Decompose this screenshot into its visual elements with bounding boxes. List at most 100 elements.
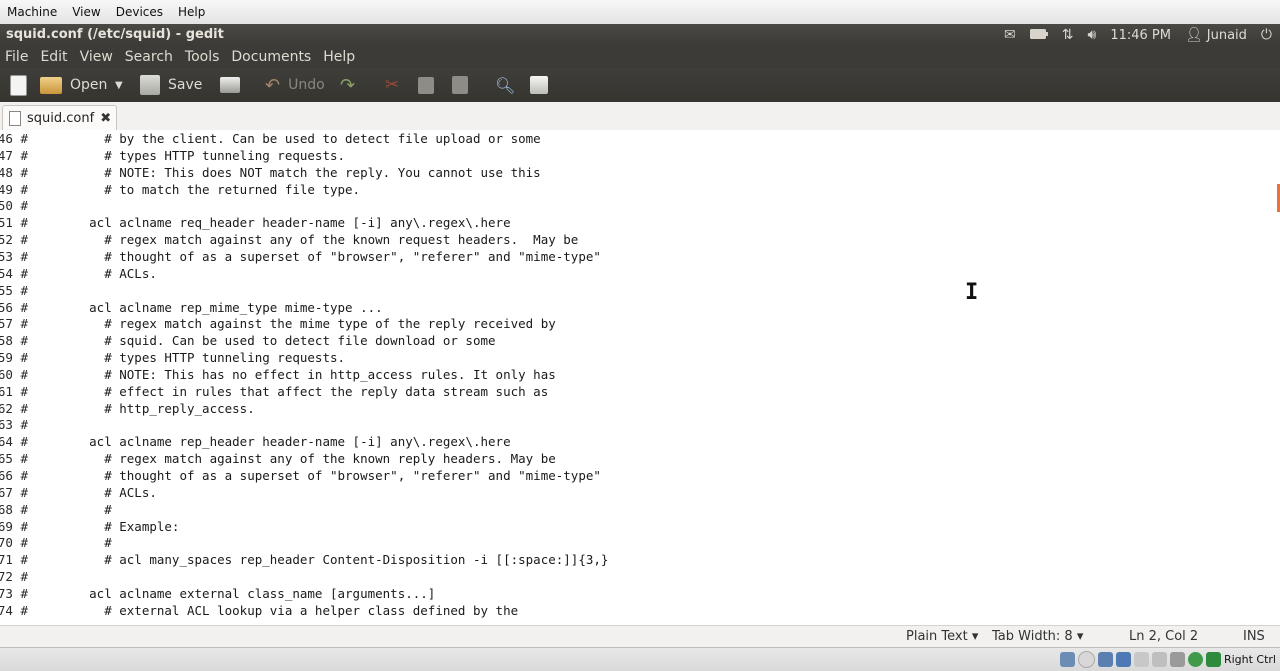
vbox-menu-view[interactable]: View <box>65 5 108 19</box>
tab-width-selector[interactable]: Tab Width: 8 ▾ <box>992 629 1083 644</box>
menu-edit[interactable]: Edit <box>34 49 73 65</box>
code-line[interactable]: 559 # # types HTTP tunneling requests. <box>0 349 1270 366</box>
code-line[interactable]: 572 # <box>0 568 1270 585</box>
redo-icon: ↷ <box>340 74 356 96</box>
code-line[interactable]: 547 # # types HTTP tunneling requests. <box>0 147 1270 164</box>
code-line[interactable]: 550 # <box>0 197 1270 214</box>
language-selector[interactable]: Plain Text ▾ <box>906 629 978 644</box>
menu-help[interactable]: Help <box>317 49 361 65</box>
code-line[interactable]: 557 # # regex match against the mime typ… <box>0 315 1270 332</box>
print-button[interactable] <box>220 74 240 96</box>
line-text: # to match the returned file type. <box>44 181 361 197</box>
find-button[interactable]: 🔍︎ <box>495 74 515 96</box>
code-line[interactable]: 573 # acl aclname external class_name [a… <box>0 585 1270 602</box>
code-line[interactable]: 574 # # external ACL lookup via a helper… <box>0 602 1270 619</box>
volume-icon[interactable]: 🔊︎ <box>1088 27 1097 43</box>
line-text: acl aclname rep_mime_type mime-type ... <box>44 299 383 315</box>
document-tabbar: squid.conf ✖ <box>0 102 1280 131</box>
new-button[interactable] <box>10 74 27 96</box>
shared-folders-icon[interactable] <box>1133 652 1149 667</box>
text-editor[interactable]: 546 # # by the client. Can be used to de… <box>0 130 1280 625</box>
vbox-menu-machine[interactable]: Machine <box>0 5 65 19</box>
code-line[interactable]: 563 # <box>0 416 1270 433</box>
code-line[interactable]: 555 # <box>0 282 1270 299</box>
code-line[interactable]: 562 # # http_reply_access. <box>0 400 1270 417</box>
code-line[interactable]: 548 # # NOTE: This does NOT match the re… <box>0 164 1270 181</box>
open-recent-dropdown[interactable]: ▼ <box>115 74 123 96</box>
save-button[interactable]: Save <box>140 74 202 96</box>
user-menu[interactable]: 👤︎ Junaid <box>1185 27 1247 43</box>
usb-icon[interactable] <box>1097 652 1113 667</box>
power-icon[interactable]: ⏻ <box>1261 27 1272 43</box>
keyboard-capture-icon[interactable] <box>1205 652 1221 667</box>
clock[interactable]: 11:46 PM <box>1110 28 1171 43</box>
vbox-menu-devices[interactable]: Devices <box>109 5 171 19</box>
line-text: # effect in rules that affect the reply … <box>44 383 549 399</box>
display-icon[interactable] <box>1151 652 1167 667</box>
toolbar: Open ▼ Save ↶ Undo ↷ ✂ 🔍︎ <box>0 68 1280 102</box>
code-line[interactable]: 567 # # ACLs. <box>0 484 1270 501</box>
menu-documents[interactable]: Documents <box>225 49 317 65</box>
user-icon: 👤︎ <box>1184 27 1203 43</box>
code-line[interactable]: 553 # # thought of as a superset of "bro… <box>0 248 1270 265</box>
line-number: 552 # <box>0 232 28 248</box>
menu-search[interactable]: Search <box>119 49 179 65</box>
code-line[interactable]: 554 # # ACLs. <box>0 265 1270 282</box>
close-tab-icon[interactable]: ✖ <box>100 111 111 126</box>
line-number: 549 # <box>0 181 28 197</box>
code-line[interactable]: 565 # # regex match against any of the k… <box>0 450 1270 467</box>
cut-button[interactable]: ✂ <box>385 74 399 96</box>
network-adapter-icon[interactable] <box>1115 652 1131 667</box>
vbox-menu-help[interactable]: Help <box>171 5 213 19</box>
redo-button[interactable]: ↷ <box>340 74 355 96</box>
menu-file[interactable]: File <box>0 49 34 65</box>
vbox-menubar: Machine View Devices Help <box>0 0 1280 25</box>
tab-squid-conf[interactable]: squid.conf ✖ <box>2 105 117 131</box>
line-text: # external ACL lookup via a helper class… <box>44 602 519 618</box>
code-line[interactable]: 564 # acl aclname rep_header header-name… <box>0 433 1270 450</box>
line-text: # NOTE: This does NOT match the reply. Y… <box>44 164 541 180</box>
optical-drive-icon[interactable] <box>1077 651 1095 668</box>
line-number: 566 # <box>0 468 28 483</box>
code-line[interactable]: 551 # acl aclname req_header header-name… <box>0 214 1270 231</box>
copy-button[interactable] <box>418 74 434 96</box>
code-line[interactable]: 568 # # <box>0 501 1270 518</box>
code-line[interactable]: 569 # # Example: <box>0 518 1270 535</box>
line-text: # regex match against any of the known r… <box>44 451 556 467</box>
line-text: # by the client. Can be used to detect f… <box>44 131 541 146</box>
line-text: # thought of as a superset of "browser",… <box>44 468 601 483</box>
line-number: 562 # <box>0 400 28 416</box>
harddisk-icon[interactable] <box>1059 652 1075 667</box>
video-capture-icon[interactable] <box>1169 652 1185 667</box>
code-line[interactable]: 566 # # thought of as a superset of "bro… <box>0 467 1270 484</box>
code-line[interactable]: 560 # # NOTE: This has no effect in http… <box>0 366 1270 383</box>
line-number: 558 # <box>0 333 28 349</box>
code-line[interactable]: 549 # # to match the returned file type. <box>0 181 1270 198</box>
code-line[interactable]: 570 # # <box>0 534 1270 551</box>
line-number: 548 # <box>0 164 28 180</box>
battery-icon[interactable] <box>1029 27 1048 43</box>
open-label: Open <box>70 77 108 93</box>
line-text: # <box>44 535 112 551</box>
code-line[interactable]: 571 # # acl many_spaces rep_header Conte… <box>0 551 1270 568</box>
mouse-integration-icon[interactable] <box>1187 652 1203 667</box>
paste-button[interactable] <box>452 74 468 96</box>
code-line[interactable]: 552 # # regex match against any of the k… <box>0 231 1270 248</box>
code-line[interactable]: 558 # # squid. Can be used to detect fil… <box>0 332 1270 349</box>
code-line[interactable]: 546 # # by the client. Can be used to de… <box>0 130 1270 147</box>
line-number: 565 # <box>0 451 28 467</box>
network-icon[interactable]: ⇅ <box>1062 27 1074 43</box>
line-text: # regex match against any of the known r… <box>44 232 579 248</box>
line-text: # types HTTP tunneling requests. <box>44 147 346 163</box>
mail-icon[interactable]: ✉ <box>1004 27 1016 43</box>
new-document-icon <box>10 74 27 96</box>
undo-button[interactable]: ↶ Undo <box>265 74 325 96</box>
replace-button[interactable] <box>530 74 548 96</box>
menu-view[interactable]: View <box>74 49 119 65</box>
code-line[interactable]: 561 # # effect in rules that affect the … <box>0 383 1270 400</box>
code-line[interactable]: 556 # acl aclname rep_mime_type mime-typ… <box>0 299 1270 316</box>
menu-tools[interactable]: Tools <box>179 49 226 65</box>
user-name: Junaid <box>1206 27 1247 43</box>
line-number: 563 # <box>0 417 28 433</box>
open-button[interactable]: Open <box>40 74 107 96</box>
